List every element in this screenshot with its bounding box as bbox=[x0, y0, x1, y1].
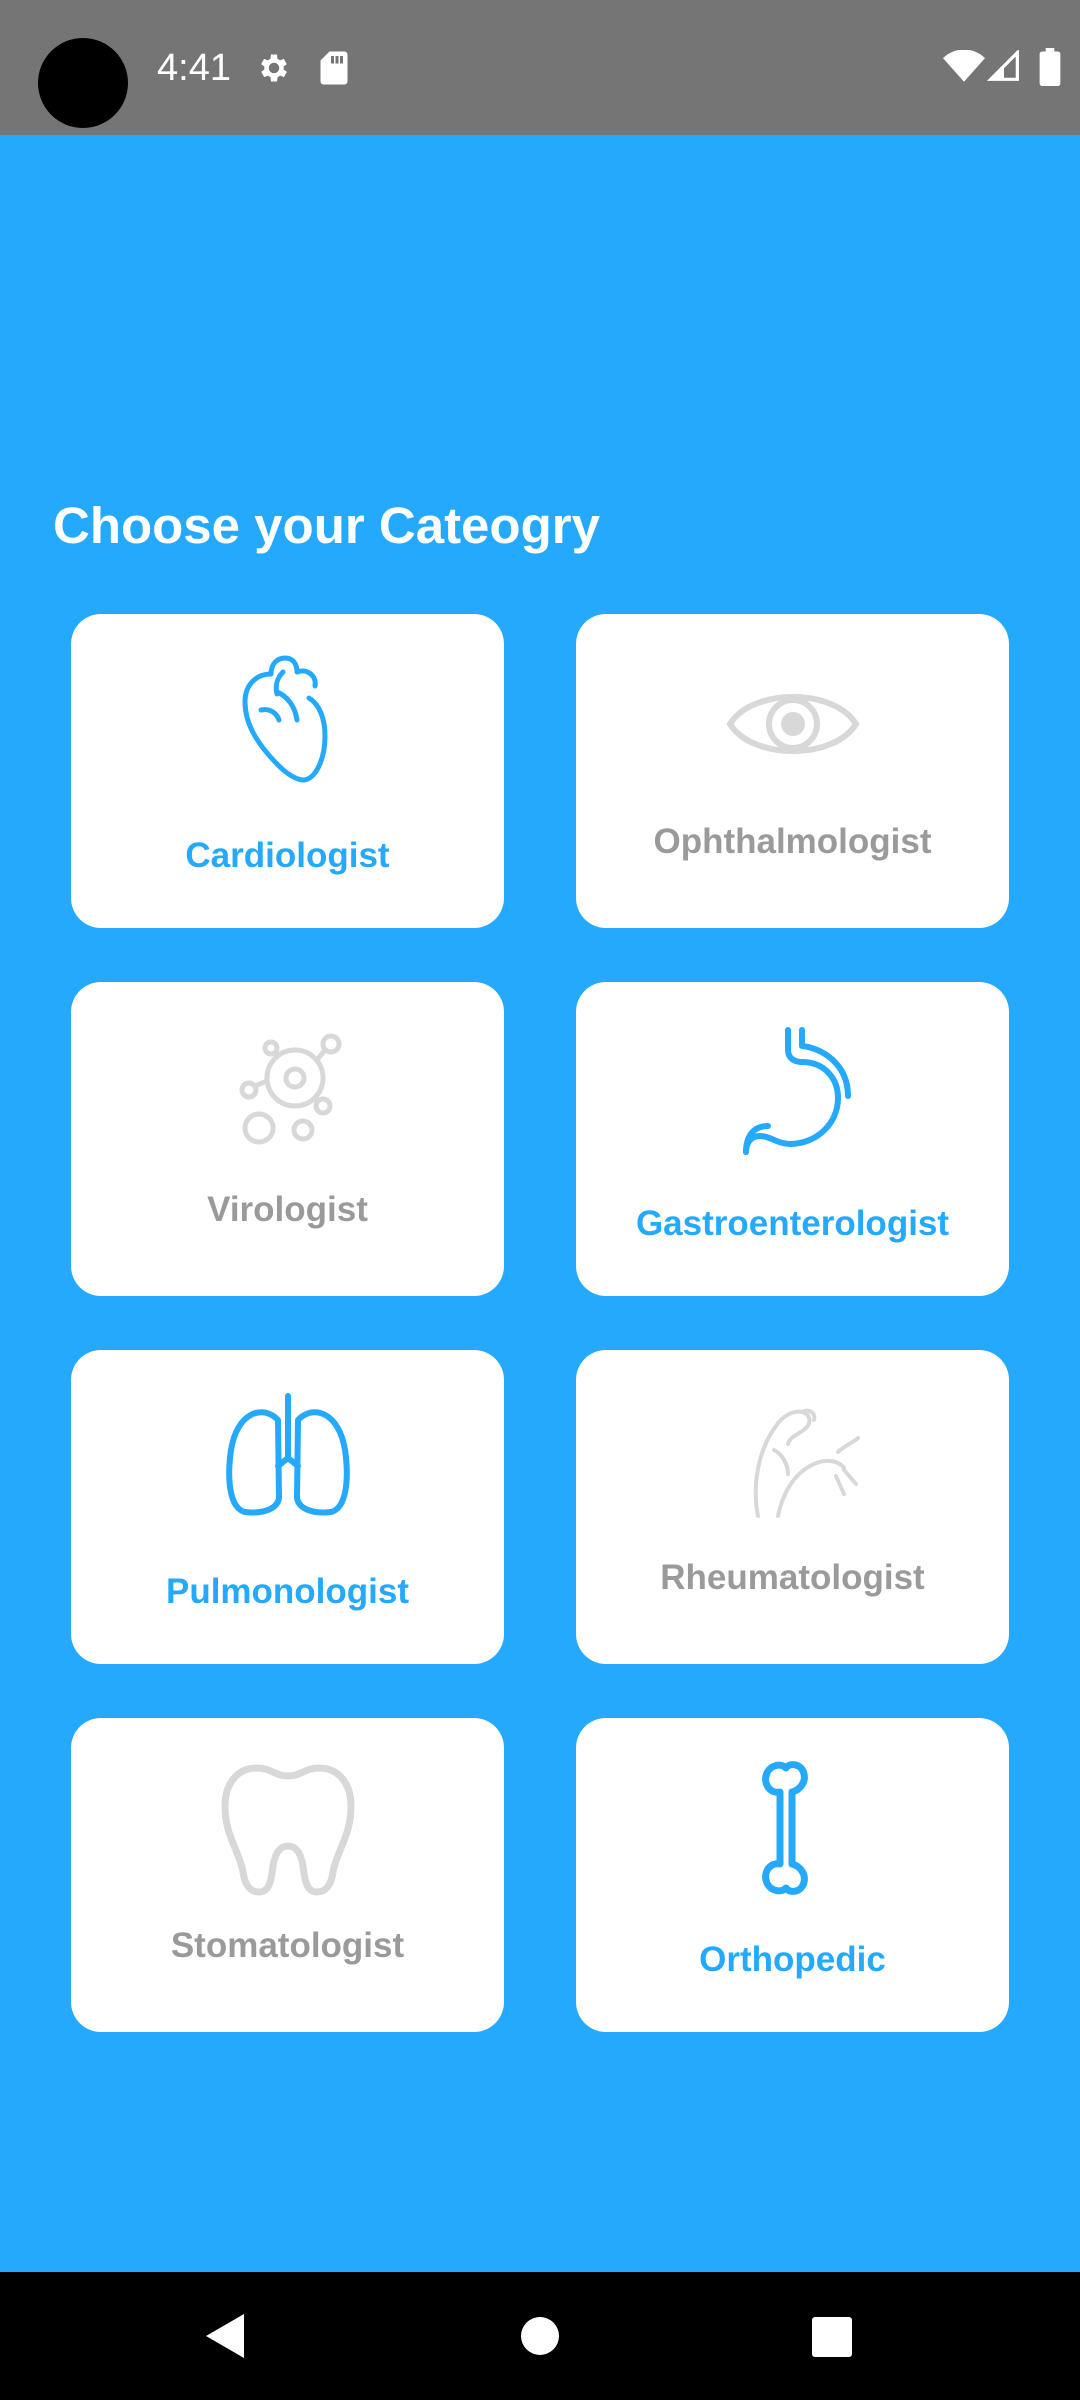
category-label: Ophthalmologist bbox=[653, 822, 932, 861]
category-label: Stomatologist bbox=[170, 1926, 405, 1965]
eye-icon bbox=[725, 694, 860, 754]
back-icon[interactable] bbox=[200, 2308, 250, 2364]
stomach-icon bbox=[742, 1027, 851, 1155]
category-label: Virologist bbox=[207, 1190, 368, 1229]
bone-icon bbox=[761, 1761, 808, 1895]
tooth-icon bbox=[221, 1764, 354, 1896]
arm-icon bbox=[753, 1408, 860, 1518]
category-label: Orthopedic bbox=[699, 1940, 886, 1979]
category-card-gastroenterologist[interactable]: Gastroenterologist bbox=[576, 982, 1009, 1296]
category-label: Pulmonologist bbox=[165, 1572, 410, 1611]
status-bar: 4:41 bbox=[0, 0, 1080, 135]
signal-icon bbox=[987, 50, 1019, 81]
category-card-ophthalmologist[interactable]: Ophthalmologist bbox=[576, 614, 1009, 928]
virus-icon bbox=[239, 1033, 341, 1145]
battery-icon bbox=[1039, 48, 1061, 86]
home-icon[interactable] bbox=[500, 2308, 580, 2364]
category-grid: Cardiologist Ophthalmologist Virologist bbox=[71, 614, 1009, 2032]
category-label: Cardiologist bbox=[185, 836, 390, 875]
category-label: Gastroenterologist bbox=[635, 1204, 950, 1243]
category-label: Rheumatologist bbox=[660, 1558, 925, 1597]
status-time: 4:41 bbox=[157, 47, 231, 89]
gear-icon bbox=[261, 54, 287, 82]
category-card-cardiologist[interactable]: Cardiologist bbox=[71, 614, 504, 928]
recents-icon[interactable] bbox=[807, 2308, 857, 2364]
category-card-pulmonologist[interactable]: Pulmonologist bbox=[71, 1350, 504, 1664]
wifi-icon bbox=[943, 50, 985, 82]
sdcard-icon bbox=[320, 51, 348, 85]
category-card-rheumatologist[interactable]: Rheumatologist bbox=[576, 1350, 1009, 1664]
lungs-icon bbox=[225, 1393, 350, 1516]
category-card-stomatologist[interactable]: Stomatologist bbox=[71, 1718, 504, 2032]
category-card-orthopedic[interactable]: Orthopedic bbox=[576, 1718, 1009, 2032]
category-card-virologist[interactable]: Virologist bbox=[71, 982, 504, 1296]
page-title: Choose your Cateogry bbox=[53, 497, 600, 554]
heart-icon bbox=[242, 655, 327, 783]
navigation-bar bbox=[0, 2272, 1080, 2400]
camera-cutout bbox=[38, 38, 128, 128]
